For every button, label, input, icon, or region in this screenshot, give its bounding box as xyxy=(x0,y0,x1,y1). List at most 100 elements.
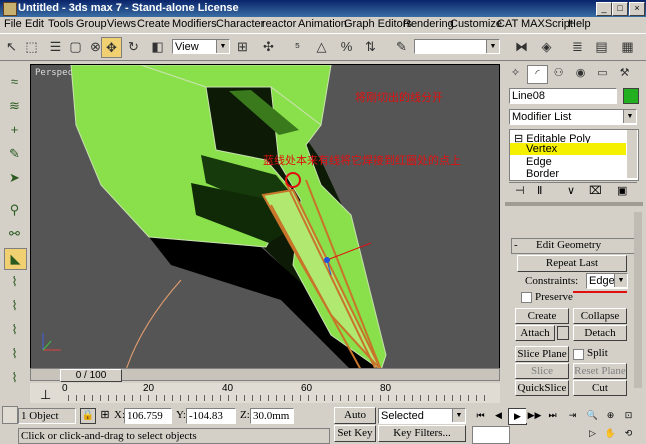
object-color-swatch[interactable] xyxy=(623,88,639,104)
detach-button[interactable]: Detach xyxy=(573,325,627,341)
pan-icon[interactable]: ✋ xyxy=(602,426,619,441)
menu-views[interactable]: Views xyxy=(107,18,136,30)
create-shape-icon[interactable]: ≈ xyxy=(4,72,25,92)
repeat-last-button[interactable]: Repeat Last xyxy=(517,255,627,272)
path-icon[interactable]: ⌇ xyxy=(4,320,25,340)
pin-stack-icon[interactable]: ⊣ xyxy=(515,184,525,197)
named-selection-sets-combo[interactable]: ▼ xyxy=(414,39,500,54)
preserve-checkbox[interactable] xyxy=(521,292,532,303)
collapse-button[interactable]: Collapse xyxy=(573,308,627,324)
y-coordinate-field[interactable]: -104.83 xyxy=(186,408,236,424)
menu-maxscript[interactable]: MAXScript xyxy=(521,18,573,30)
stack-item-vertex[interactable]: Vertex xyxy=(510,143,626,155)
close-button[interactable]: × xyxy=(629,2,645,16)
menu-cat[interactable]: CAT xyxy=(497,18,518,30)
field-of-view-icon[interactable]: ▷ xyxy=(584,426,601,441)
spinner-snap-icon[interactable]: ⇅ xyxy=(361,37,380,56)
schematic-view-icon[interactable]: ▦ xyxy=(618,37,637,56)
hierarchy-tab-icon[interactable]: ⚇ xyxy=(549,65,568,82)
percent-snap-icon[interactable]: % xyxy=(337,37,356,56)
bone-tool-icon[interactable]: ⚲ xyxy=(4,200,25,220)
set-key-button[interactable]: Set Key xyxy=(334,425,376,442)
curve-editor-icon[interactable]: ▤ xyxy=(592,37,611,56)
modify-tab-icon[interactable]: ◜ xyxy=(527,65,548,84)
slice-plane-button[interactable]: Slice Plane xyxy=(515,346,569,362)
attach-button[interactable]: Attach xyxy=(515,325,555,341)
select-object-icon[interactable]: ⬚ xyxy=(22,37,41,56)
stack-item-edge[interactable]: Edge xyxy=(526,156,552,168)
arc-rotate-icon[interactable]: ⟲ xyxy=(620,426,637,441)
utilities-tab-icon[interactable]: ⚒ xyxy=(615,65,634,82)
reference-coordinate-combo[interactable]: View ▼ xyxy=(172,39,230,54)
paint-weights-icon[interactable]: ⌇ xyxy=(4,344,25,364)
key-mode-toggle-icon[interactable]: ⇥ xyxy=(564,408,581,423)
edit-geometry-rollout-header[interactable]: - Edit Geometry xyxy=(511,238,635,254)
menu-graph-editors[interactable]: Graph Editors xyxy=(344,18,412,30)
transform-mode-icon[interactable]: ⊞ xyxy=(98,408,112,422)
layer-manager-icon[interactable]: ≣ xyxy=(568,37,587,56)
play-icon[interactable]: ▶ xyxy=(508,408,527,425)
menu-rendering[interactable]: Rendering xyxy=(403,18,454,30)
zoom-icon[interactable]: 🔍 xyxy=(584,408,601,423)
attach-list-icon[interactable] xyxy=(557,326,569,340)
panel-scrollbar[interactable] xyxy=(634,212,642,388)
lock-selection-icon[interactable]: 🔒 xyxy=(80,408,96,424)
key-mode-combo[interactable]: Selected ▼ xyxy=(378,408,466,424)
brush-icon[interactable]: ⌇ xyxy=(4,272,25,292)
stack-scrollbar[interactable] xyxy=(627,130,637,178)
angle-snap-icon[interactable]: △ xyxy=(312,37,331,56)
next-frame-icon[interactable]: ▶▶ xyxy=(526,408,543,423)
perspective-viewport[interactable]: Perspective 将刚切出的线分开 蓝线处本来有线将它焊接到红圈处的点上 xyxy=(30,64,500,369)
key-filters-button[interactable]: Key Filters... xyxy=(378,425,466,442)
zoom-all-icon[interactable]: ⊕ xyxy=(602,408,619,423)
select-move-icon[interactable]: ✥ xyxy=(101,37,122,58)
auto-key-button[interactable]: Auto Key xyxy=(334,407,376,424)
menu-character[interactable]: Character xyxy=(216,18,264,30)
object-name-field[interactable]: Line08 xyxy=(509,88,617,104)
mirror-icon[interactable]: ⧓ xyxy=(512,37,531,56)
z-coordinate-field[interactable]: 30.0mm xyxy=(250,408,294,424)
menu-reactor[interactable]: reactor xyxy=(262,18,296,30)
create-tab-icon[interactable]: ✧ xyxy=(506,65,525,82)
go-to-start-icon[interactable]: ⏮ xyxy=(472,408,489,423)
zoom-extents-icon[interactable]: ⊡ xyxy=(620,408,637,423)
menu-animation[interactable]: Animation xyxy=(298,18,347,30)
x-coordinate-field[interactable]: 106.759 xyxy=(124,408,172,424)
spring-icon[interactable]: ≋ xyxy=(4,96,25,116)
menu-create[interactable]: Create xyxy=(137,18,170,30)
motion-tab-icon[interactable]: ◉ xyxy=(571,65,590,82)
menu-file[interactable]: File xyxy=(4,18,22,30)
cut-button[interactable]: Cut xyxy=(573,380,627,396)
ik-icon[interactable]: ⚯ xyxy=(4,224,25,244)
track-bar[interactable]: ⊥ 0 20 40 60 80 xyxy=(30,383,500,403)
time-slider-thumb[interactable]: 0 / 100 xyxy=(60,369,122,382)
track-bar-icon[interactable]: ⊥ xyxy=(40,387,51,403)
menu-tools[interactable]: Tools xyxy=(48,18,74,30)
reset-plane-button[interactable]: Reset Plane xyxy=(573,363,627,379)
current-frame-field[interactable] xyxy=(472,426,510,444)
make-unique-icon[interactable]: ∨ xyxy=(567,184,575,197)
remove-modifier-icon[interactable]: ⌧ xyxy=(589,184,602,197)
previous-frame-icon[interactable]: ◀ xyxy=(490,408,507,423)
show-end-result-icon[interactable]: Ⅱ xyxy=(537,184,542,197)
time-slider[interactable]: 0 / 100 xyxy=(30,368,500,382)
select-scale-icon[interactable]: ◧ xyxy=(148,37,167,56)
constraints-combo[interactable]: Edge ▼ xyxy=(586,273,628,289)
select-link-icon[interactable]: ↖ xyxy=(2,37,21,56)
select-rotate-icon[interactable]: ↻ xyxy=(124,37,143,56)
create-button[interactable]: Create xyxy=(515,308,569,324)
pivot-icon[interactable]: ⊞ xyxy=(233,37,252,56)
select-manipulate-icon[interactable]: ✣ xyxy=(259,37,278,56)
minimize-button[interactable]: _ xyxy=(596,2,612,16)
menu-edit[interactable]: Edit xyxy=(25,18,44,30)
rectangular-region-icon[interactable]: ▢ xyxy=(66,37,85,56)
plus-icon[interactable]: + xyxy=(4,120,25,140)
go-to-end-icon[interactable]: ⏭ xyxy=(544,408,561,423)
split-checkbox[interactable] xyxy=(573,349,584,360)
paint-icon[interactable]: ⌇ xyxy=(4,296,25,316)
quickslice-button[interactable]: QuickSlice xyxy=(515,380,569,396)
align-icon[interactable]: ◈ xyxy=(537,37,556,56)
maxscript-listener-mini[interactable] xyxy=(2,406,18,424)
menu-customize[interactable]: Customize xyxy=(450,18,502,30)
arrow-icon[interactable]: ➤ xyxy=(4,168,25,188)
